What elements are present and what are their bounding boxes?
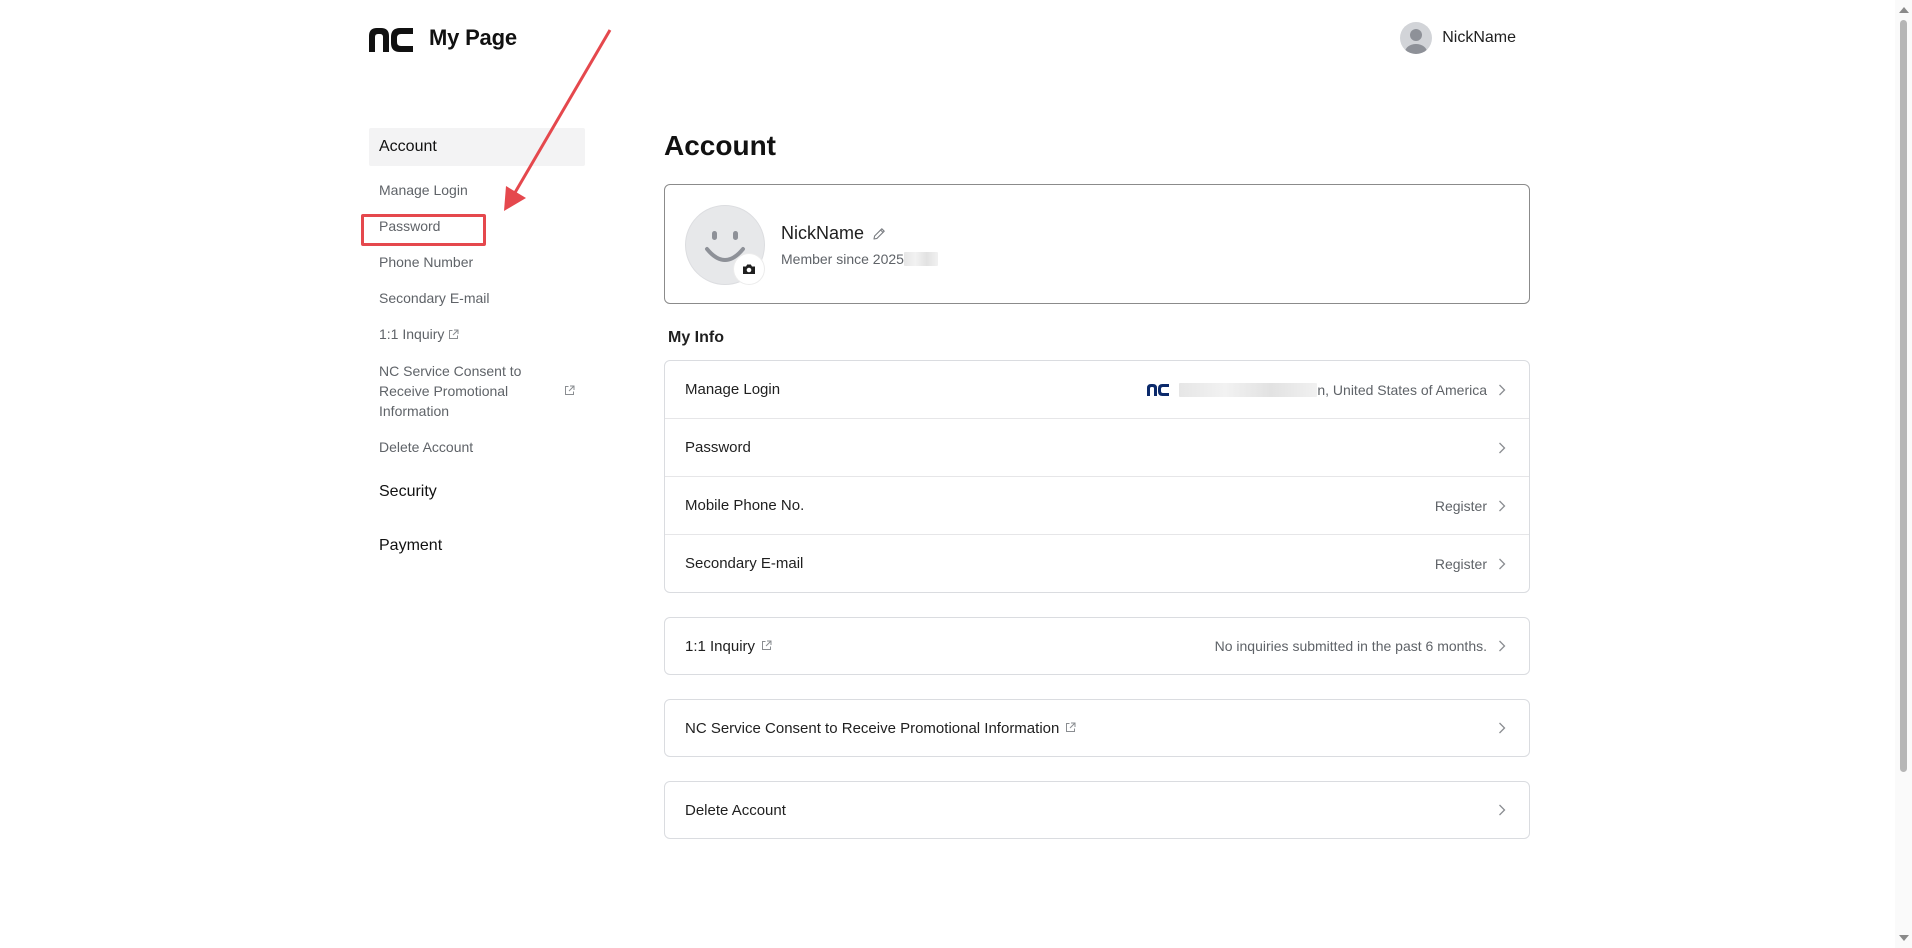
user-name: NickName [1442,29,1516,46]
inquiry-card: 1:1 Inquiry No inquiries submitted in th… [664,617,1530,675]
consent-row[interactable]: NC Service Consent to Receive Promotiona… [665,700,1529,756]
sidebar-item-delete-account[interactable]: Delete Account [369,437,585,457]
redacted-block [903,252,938,266]
chevron-right-icon [1497,384,1507,396]
vertical-scrollbar[interactable] [1895,0,1912,948]
secondary-email-row[interactable]: Secondary E-mail Register [665,535,1529,592]
external-link-icon [448,325,459,345]
my-info-heading: My Info [668,329,724,346]
nc-logo[interactable] [369,28,413,52]
sidebar-item-label: Secondary E-mail [379,290,490,306]
mobile-phone-row[interactable]: Mobile Phone No. Register [665,477,1529,535]
sidebar-item-secondary-email[interactable]: Secondary E-mail [369,288,585,308]
profile-card: NickName Member since 2025 [664,184,1530,304]
user-menu[interactable]: NickName [1400,22,1516,54]
consent-card: NC Service Consent to Receive Promotiona… [664,699,1530,757]
row-value [1497,722,1507,734]
row-value: No inquiries submitted in the past 6 mon… [1215,638,1507,654]
member-since: Member since 2025 [781,251,938,267]
row-label: Secondary E-mail [685,555,804,572]
row-value: n, United States of America [1147,382,1507,398]
sidebar-item-phone-number[interactable]: Phone Number [369,252,585,272]
sidebar-item-inquiry[interactable]: 1:1 Inquiry [369,324,585,345]
sidebar-item-manage-login[interactable]: Manage Login [369,180,585,200]
sidebar-item-label: Manage Login [379,182,468,198]
scroll-thumb[interactable] [1900,20,1907,772]
redacted-block [1179,382,1318,397]
sidebar-item-label: NC Service Consent to Receive Promotiona… [379,363,522,419]
chevron-right-icon [1497,804,1507,816]
external-link-icon [564,381,575,401]
row-label: 1:1 Inquiry [685,638,772,655]
sidebar-item-label: Delete Account [379,439,474,455]
sidebar-account-list: Manage Login Password Phone Number Secon… [369,180,585,457]
page-brand-title: My Page [429,25,517,50]
profile-name-text: NickName [781,223,865,243]
chevron-right-icon [1497,500,1507,512]
sidebar-item-label: Password [379,218,441,234]
pencil-icon[interactable] [872,227,886,241]
main-content: Account NickName Member since 2025 My In… [664,128,1530,839]
row-value: Register [1435,498,1507,514]
sidebar-section-security[interactable]: Security [369,473,585,511]
profile-name: NickName [781,223,886,244]
my-info-card: Manage Login n, United States of America [664,360,1530,593]
external-link-icon [1065,720,1076,737]
delete-account-card: Delete Account [664,781,1530,839]
row-label: Manage Login [685,381,781,398]
chevron-right-icon [1497,442,1507,454]
external-link-icon [761,638,772,655]
consent-label: NC Service Consent to Receive Promotiona… [685,719,1060,737]
row-label: Delete Account [685,801,786,819]
camera-icon[interactable] [734,254,764,284]
sidebar-section-payment[interactable]: Payment [369,527,585,565]
password-row[interactable]: Password [665,419,1529,477]
register-link[interactable]: Register [1435,498,1487,514]
row-label: NC Service Consent to Receive Promotiona… [685,720,1076,737]
chevron-right-icon [1497,558,1507,570]
page-title: Account [664,130,776,161]
nc-logo-small [1147,383,1170,396]
my-page: My Page NickName Account Manage Login Pa… [0,0,1912,948]
row-value: Register [1435,556,1507,572]
sidebar-section-account[interactable]: Account [369,128,585,166]
row-value [1497,442,1507,454]
delete-account-row[interactable]: Delete Account [665,782,1529,838]
row-value [1497,804,1507,816]
avatar [1400,22,1433,54]
member-since-text: Member since 2025 [781,251,904,267]
inquiry-status: No inquiries submitted in the past 6 mon… [1214,638,1487,654]
row-label: Password [685,439,751,456]
inquiry-row[interactable]: 1:1 Inquiry No inquiries submitted in th… [665,618,1529,674]
sidebar-item-promo-consent[interactable]: NC Service Consent to Receive Promotiona… [369,361,585,421]
sidebar-item-label: Phone Number [379,254,474,270]
chevron-right-icon [1497,722,1507,734]
manage-login-row[interactable]: Manage Login n, United States of America [665,361,1529,419]
row-label: Mobile Phone No. [685,497,805,514]
scroll-up-arrow[interactable] [1899,7,1909,13]
sidebar: Account Manage Login Password Phone Numb… [369,128,585,565]
sidebar-item-password[interactable]: Password [369,216,585,236]
sidebar-item-label: 1:1 Inquiry [379,326,445,342]
manage-login-value: n, United States of America [1317,381,1487,398]
register-link[interactable]: Register [1435,556,1487,572]
scroll-down-arrow[interactable] [1899,935,1909,941]
chevron-right-icon [1497,640,1507,652]
inquiry-label: 1:1 Inquiry [685,637,756,655]
